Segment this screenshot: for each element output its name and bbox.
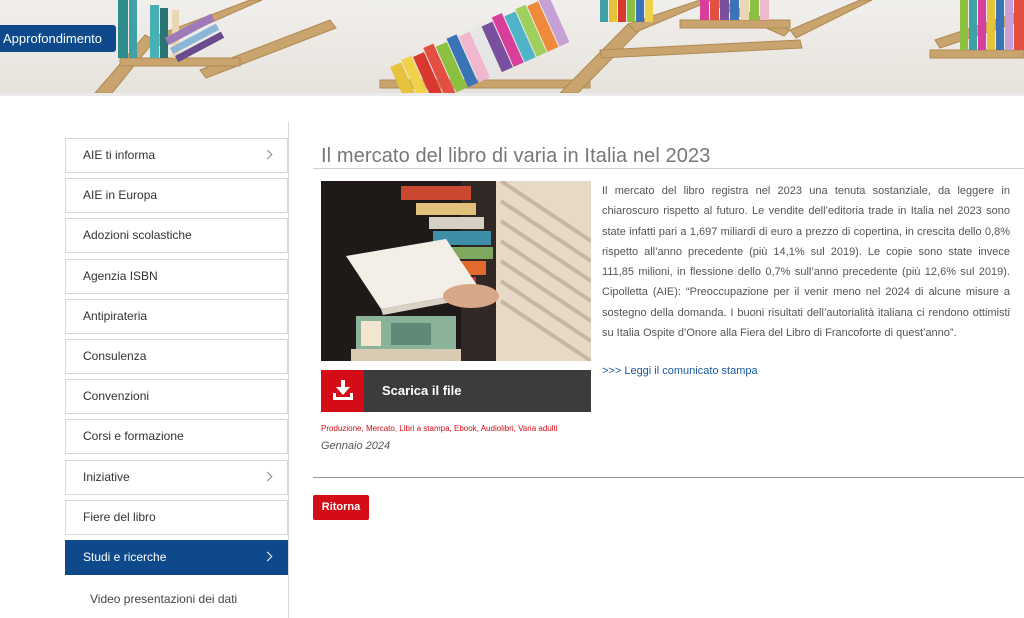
section-badge: Approfondimento — [0, 25, 117, 52]
tag-link[interactable]: Produzione — [321, 424, 361, 433]
content-divider — [313, 477, 1024, 478]
sidebar-nav: AIE ti informa AIE in Europa Adozioni sc… — [65, 138, 288, 606]
publication-date: Gennaio 2024 — [321, 440, 391, 452]
sidebar-item-label: Adozioni scolastiche — [83, 228, 192, 243]
tag-link[interactable]: Ebook — [454, 424, 477, 433]
chevron-right-icon — [262, 551, 273, 562]
download-file-button[interactable]: Scarica il file — [321, 370, 591, 412]
bookshelf-illustration — [94, 0, 1024, 93]
sidebar-item-label: Studi e ricerche — [83, 549, 167, 564]
page-title: Il mercato del libro di varia in Italia … — [321, 145, 711, 167]
sidebar-item-label: Fiere del libro — [83, 509, 156, 524]
tag-link[interactable]: Mercato — [366, 424, 395, 433]
sidebar-subitem-video-presentazioni[interactable]: Video presentazioni dei dati — [65, 592, 288, 606]
sidebar-item-agenzia-isbn[interactable]: Agenzia ISBN — [65, 258, 288, 294]
chevron-right-icon — [262, 149, 273, 160]
sidebar-item-convenzioni[interactable]: Convenzioni — [65, 379, 288, 415]
download-icon-box — [321, 370, 364, 412]
sidebar-divider — [288, 122, 289, 618]
sidebar-item-studi-e-ricerche[interactable]: Studi e ricerche — [65, 539, 288, 575]
back-button[interactable]: Ritorna — [313, 495, 369, 520]
sidebar-item-consulenza[interactable]: Consulenza — [65, 338, 288, 374]
sidebar-item-antipirateria[interactable]: Antipirateria — [65, 298, 288, 334]
sidebar-item-corsi-e-formazione[interactable]: Corsi e formazione — [65, 419, 288, 455]
sidebar-item-iniziative[interactable]: Iniziative — [65, 459, 288, 495]
tag-link[interactable]: Varia adulti — [518, 424, 557, 433]
tag-link[interactable]: Audiolibri — [481, 424, 514, 433]
bookstore-photo — [321, 181, 591, 361]
sidebar-item-label: Convenzioni — [83, 389, 150, 404]
sidebar-item-label: Consulenza — [83, 348, 147, 363]
sidebar-item-fiere-del-libro[interactable]: Fiere del libro — [65, 499, 288, 535]
sidebar-item-adozioni-scolastiche[interactable]: Adozioni scolastiche — [65, 218, 288, 254]
hero-banner: Approfondimento — [0, 0, 1024, 93]
article-body: Il mercato del libro registra nel 2023 u… — [602, 185, 1010, 340]
chevron-right-icon — [262, 471, 273, 481]
sidebar-item-label: Agenzia ISBN — [83, 268, 158, 283]
download-icon — [333, 380, 353, 400]
sidebar-item-label: AIE ti informa — [83, 148, 156, 162]
sidebar-item-label: Iniziative — [83, 469, 130, 484]
article-image — [321, 181, 591, 361]
sidebar-item-aie-in-europa[interactable]: AIE in Europa — [65, 178, 288, 214]
download-label: Scarica il file — [382, 383, 462, 398]
sidebar-item-aie-ti-informa[interactable]: AIE ti informa — [65, 138, 288, 173]
sidebar-item-label: AIE in Europa — [83, 188, 158, 203]
tag-list: Produzione, Mercato, Libri a stampa, Ebo… — [321, 424, 558, 433]
tag-link[interactable]: Libri a stampa — [399, 424, 449, 433]
sidebar-item-label: Antipirateria — [83, 308, 148, 323]
title-divider — [313, 168, 1024, 169]
header-divider — [0, 93, 1024, 96]
sidebar-item-label: Corsi e formazione — [83, 429, 184, 444]
press-release-link[interactable]: >>> Leggi il comunicato stampa — [602, 365, 758, 377]
